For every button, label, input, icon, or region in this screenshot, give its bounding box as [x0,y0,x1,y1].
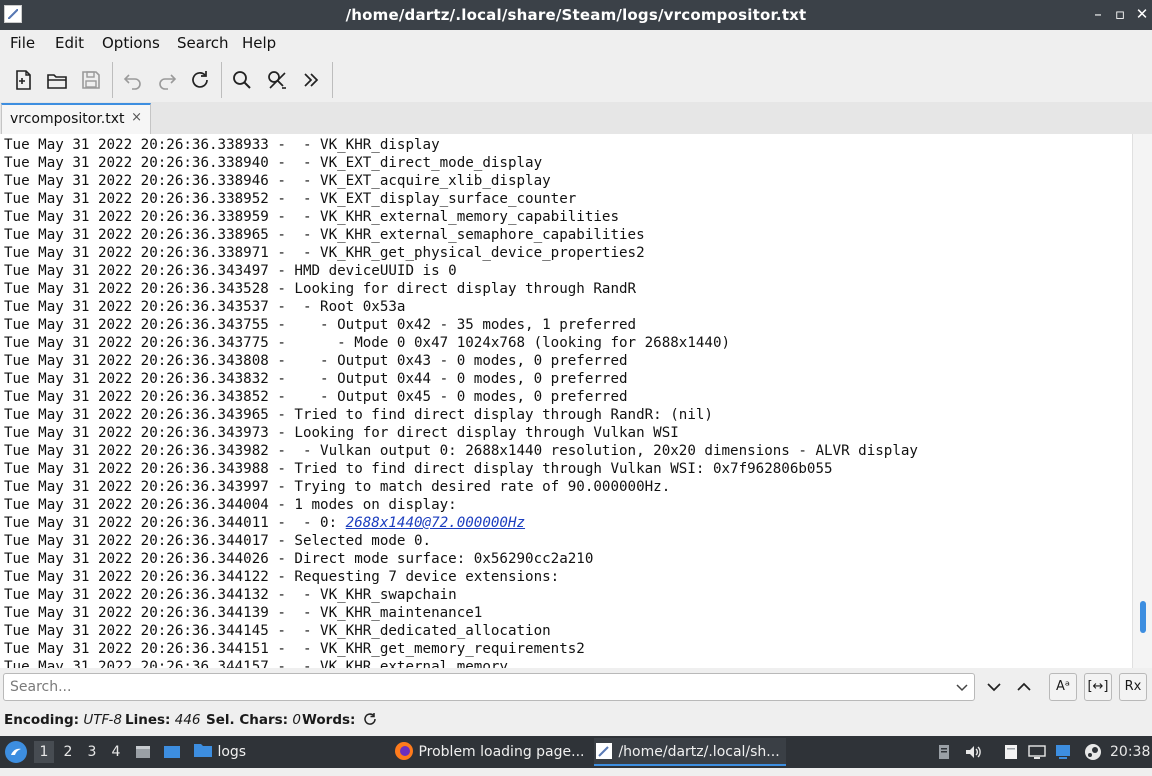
taskbar: 1 2 3 4 logs Problem loading page... /ho… [0,736,1152,768]
search-bar: Aᵃ [↔] Rx [0,668,1152,706]
status-bar: Encoding: UTF-8 Lines: 446 Sel. Chars: 0… [0,706,1152,736]
editor-line: Tue May 31 2022 20:26:36.338946 - - VK_E… [4,173,551,189]
match-case-button[interactable]: Aᵃ [1049,673,1077,701]
folder-icon [194,744,212,757]
minimize-button[interactable]: – [1088,4,1108,24]
workspace-3[interactable]: 3 [82,741,102,763]
workspace-1[interactable]: 1 [34,741,54,763]
editor-line: Tue May 31 2022 20:26:36.343988 - Tried … [4,461,833,477]
editor-line: Tue May 31 2022 20:26:36.344132 - - VK_K… [4,587,457,603]
mode-link[interactable]: 2688x1440@72.000000Hz [346,515,525,531]
reload-icon[interactable] [187,67,213,93]
toolbar [0,58,1152,102]
text-editor-icon [596,743,612,759]
open-folder-icon[interactable] [44,67,70,93]
whole-word-button[interactable]: [↔] [1084,673,1112,701]
task-logs-folder[interactable]: logs [193,738,253,766]
editor-line: Tue May 31 2022 20:26:36.344122 - Reques… [4,569,560,585]
refresh-words-icon[interactable] [362,711,378,731]
words-status: Words: [302,712,356,728]
editor-line: Tue May 31 2022 20:26:36.343497 - HMD de… [4,263,457,279]
more-tools-icon[interactable] [298,67,324,93]
editor-line: Tue May 31 2022 20:26:36.344004 - 1 mode… [4,497,457,513]
editor-line: Tue May 31 2022 20:26:36.344139 - - VK_K… [4,605,483,621]
editor-line: Tue May 31 2022 20:26:36.344017 - Select… [4,533,432,549]
encoding-status: Encoding: UTF-8 [4,712,122,728]
network-icon[interactable] [1054,743,1072,761]
menu-options[interactable]: Options [102,34,160,52]
undo-icon[interactable] [120,67,146,93]
text-editor-area[interactable]: Tue May 31 2022 20:26:36.338933 - - VK_K… [0,134,1132,668]
find-icon[interactable] [229,67,255,93]
menu-file[interactable]: File [10,34,35,52]
menu-bar: File Edit Options Search Help [0,30,1152,56]
editor-line: Tue May 31 2022 20:26:36.344157 - - VK_K… [4,659,508,668]
editor-line: Tue May 31 2022 20:26:36.338940 - - VK_E… [4,155,543,171]
editor-lines: Tue May 31 2022 20:26:36.338933 - - VK_K… [4,136,918,668]
task-firefox[interactable]: Problem loading page... [394,738,590,766]
editor-line: Tue May 31 2022 20:26:36.344011 - - 0: 2… [4,515,526,531]
tab-close-icon[interactable]: × [131,110,142,125]
tab-vrcompositor[interactable]: vrcompositor.txt × [1,103,151,134]
new-file-icon[interactable] [10,67,36,93]
editor-line: Tue May 31 2022 20:26:36.338965 - - VK_K… [4,227,645,243]
search-history-dropdown-icon[interactable] [954,678,970,696]
toolbar-separator [332,62,333,98]
regex-button[interactable]: Rx [1119,673,1147,701]
file-manager-icon[interactable] [134,743,152,761]
find-next-icon[interactable] [980,673,1008,701]
find-previous-icon[interactable] [1010,673,1038,701]
task-text-editor[interactable]: /home/dartz/.local/sh... [594,738,786,766]
editor-line: Tue May 31 2022 20:26:36.344151 - - VK_K… [4,641,585,657]
clipboard-icon[interactable] [935,743,953,761]
editor-line: Tue May 31 2022 20:26:36.343973 - Lookin… [4,425,679,441]
lines-status: Lines: 446 [125,712,201,728]
menu-search[interactable]: Search [177,34,229,52]
close-window-button[interactable]: ✕ [1132,4,1152,24]
find-replace-icon[interactable] [264,67,290,93]
editor-line: Tue May 31 2022 20:26:36.343775 - - Mode… [4,335,731,351]
save-icon[interactable] [78,67,104,93]
workspace-2[interactable]: 2 [58,741,78,763]
workspace-4[interactable]: 4 [106,741,126,763]
editor-line: Tue May 31 2022 20:26:36.343997 - Trying… [4,479,671,495]
volume-icon[interactable] [964,743,982,761]
editor-line: Tue May 31 2022 20:26:36.338933 - - VK_K… [4,137,440,153]
editor-line: Tue May 31 2022 20:26:36.343965 - Tried … [4,407,713,423]
scrollbar-thumb[interactable] [1140,601,1146,633]
start-menu-icon[interactable] [4,740,28,764]
editor-line: Tue May 31 2022 20:26:36.343755 - - Outp… [4,317,637,333]
vertical-scrollbar[interactable] [1132,134,1152,668]
tab-bar: vrcompositor.txt × [0,102,1152,135]
desktop-icon[interactable] [163,743,181,761]
editor-line: Tue May 31 2022 20:26:36.343808 - - Outp… [4,353,628,369]
editor-line: Tue May 31 2022 20:26:36.338952 - - VK_E… [4,191,577,207]
toolbar-separator [112,62,113,98]
notes-icon[interactable] [1002,743,1020,761]
sel-chars-status: Sel. Chars: 0 [206,712,301,728]
window-title: /home/dartz/.local/share/Steam/logs/vrco… [345,6,807,24]
editor-line: Tue May 31 2022 20:26:36.343832 - - Outp… [4,371,628,387]
redo-icon[interactable] [154,67,180,93]
steam-icon[interactable] [1084,743,1102,761]
menu-help[interactable]: Help [242,34,276,52]
editor-line: Tue May 31 2022 20:26:36.343982 - - Vulk… [4,443,918,459]
menu-edit[interactable]: Edit [55,34,84,52]
editor-line: Tue May 31 2022 20:26:36.343852 - - Outp… [4,389,628,405]
search-input[interactable] [3,673,975,701]
display-icon[interactable] [1028,743,1046,761]
editor-line: Tue May 31 2022 20:26:36.338959 - - VK_K… [4,209,619,225]
maximize-button[interactable]: ▫ [1110,4,1130,24]
editor-line: Tue May 31 2022 20:26:36.344026 - Direct… [4,551,594,567]
editor-line: Tue May 31 2022 20:26:36.338971 - - VK_K… [4,245,645,261]
editor-line: Tue May 31 2022 20:26:36.344145 - - VK_K… [4,623,551,639]
editor-line: Tue May 31 2022 20:26:36.343528 - Lookin… [4,281,637,297]
editor-line: Tue May 31 2022 20:26:36.343537 - - Root… [4,299,406,315]
window-titlebar: /home/dartz/.local/share/Steam/logs/vrco… [0,0,1152,30]
firefox-icon [395,742,413,760]
toolbar-separator [221,62,222,98]
clock: 20:38 [1110,744,1151,760]
tab-label: vrcompositor.txt [10,111,125,127]
